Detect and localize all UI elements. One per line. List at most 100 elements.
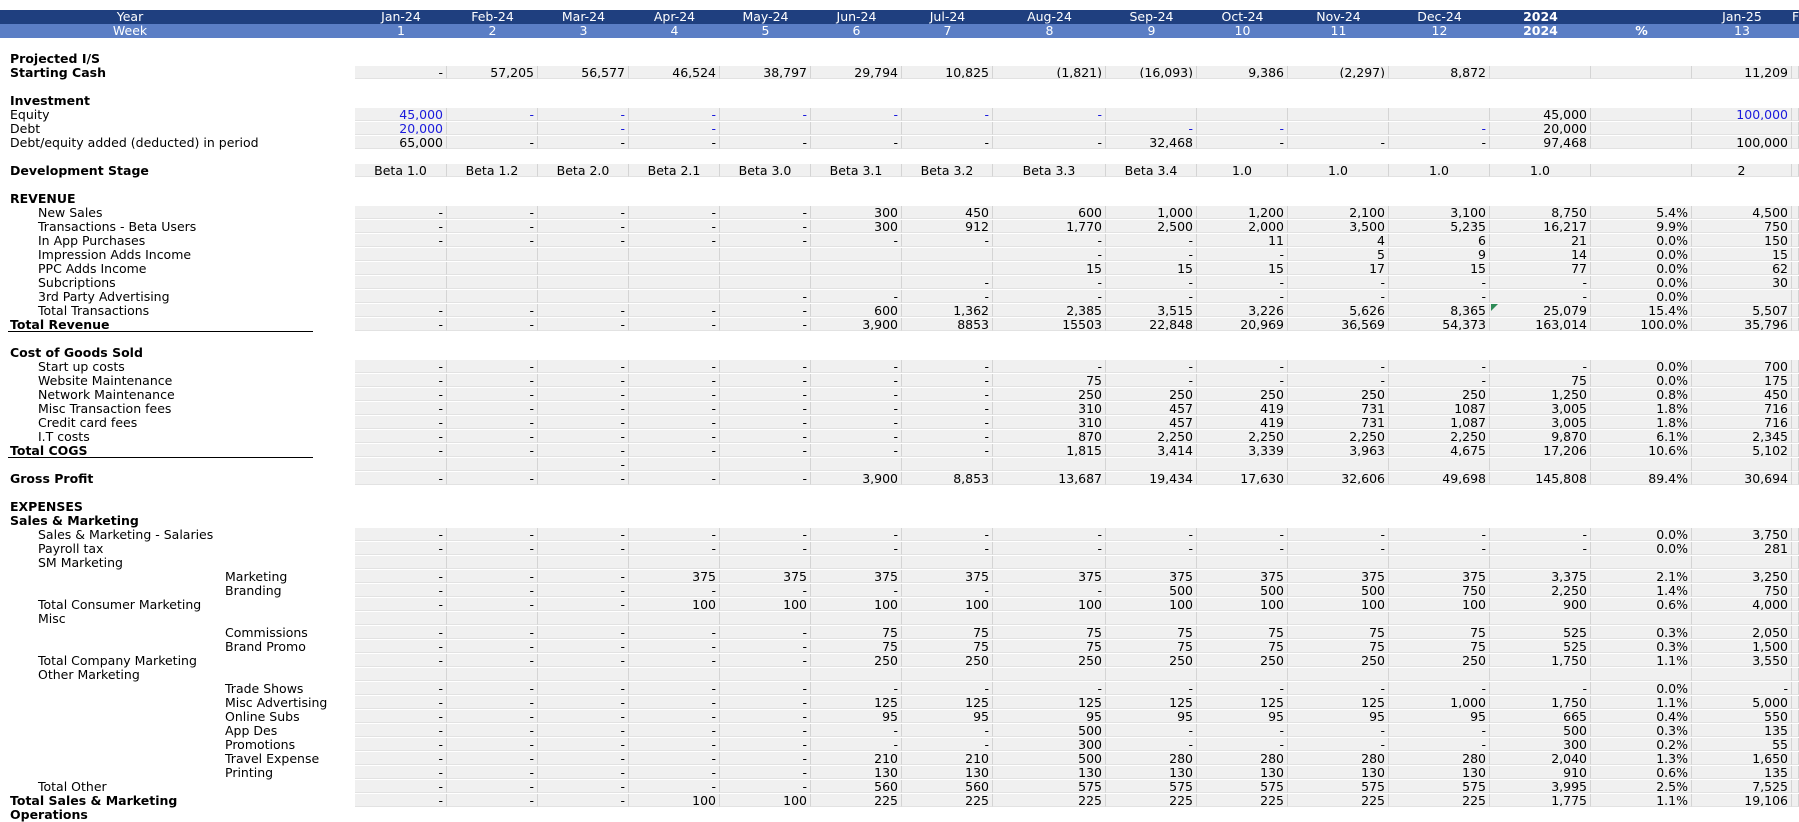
data-cell[interactable]: 1,000	[1106, 206, 1197, 219]
data-cell[interactable]: -	[538, 416, 629, 429]
data-cell[interactable]: 45,000	[355, 108, 447, 121]
data-cell[interactable]	[629, 276, 720, 289]
data-cell[interactable]: -	[538, 472, 629, 485]
data-cell[interactable]: 8,853	[902, 472, 993, 485]
data-cell[interactable]: -	[993, 290, 1106, 303]
data-cell[interactable]: 3,900	[811, 472, 902, 485]
header-month-cell[interactable]: Dec-24	[1389, 10, 1490, 24]
data-cell[interactable]: -	[720, 430, 811, 443]
data-cell[interactable]: Beta 2.0	[538, 164, 629, 177]
data-cell[interactable]: 9.9%	[1591, 220, 1692, 233]
data-cell[interactable]: -	[447, 570, 538, 583]
data-cell[interactable]: -	[1106, 122, 1197, 135]
row-label[interactable]: PPC Adds Income	[38, 262, 146, 276]
data-cell[interactable]	[538, 276, 629, 289]
data-cell[interactable]: 8853	[902, 318, 993, 331]
data-cell[interactable]	[355, 276, 447, 289]
header-month-cell[interactable]: Feb-24	[447, 10, 538, 24]
data-cell[interactable]: 95	[1288, 710, 1389, 723]
data-cell[interactable]	[1792, 458, 1799, 471]
data-cell[interactable]: 100	[811, 598, 902, 611]
data-cell[interactable]: -	[538, 654, 629, 667]
data-cell[interactable]: -	[538, 542, 629, 555]
data-cell[interactable]: 600	[993, 206, 1106, 219]
data-cell[interactable]	[1792, 262, 1799, 275]
data-cell[interactable]: -	[447, 220, 538, 233]
data-cell[interactable]: 2,250	[1197, 430, 1288, 443]
data-cell[interactable]	[811, 248, 902, 261]
header-month-cell[interactable]	[1591, 10, 1692, 24]
header-month-cell[interactable]: Aug-24	[993, 10, 1106, 24]
data-cell[interactable]: -	[1106, 290, 1197, 303]
data-cell[interactable]	[1288, 556, 1389, 569]
data-cell[interactable]: -	[538, 122, 629, 135]
data-cell[interactable]: 130	[811, 766, 902, 779]
row-label[interactable]: Impression Adds Income	[38, 248, 191, 262]
data-cell[interactable]	[447, 556, 538, 569]
data-cell[interactable]: 1.3%	[1591, 752, 1692, 765]
data-cell[interactable]: -	[1490, 528, 1591, 541]
data-cell[interactable]: -	[355, 220, 447, 233]
data-cell[interactable]: 3,750	[1692, 528, 1792, 541]
data-cell[interactable]	[1490, 612, 1591, 625]
data-cell[interactable]: 15.4%	[1591, 304, 1692, 317]
data-cell[interactable]: 1087	[1389, 402, 1490, 415]
data-cell[interactable]: 2,250	[1490, 584, 1591, 597]
data-cell[interactable]	[1792, 220, 1799, 233]
data-cell[interactable]: 14	[1490, 248, 1591, 261]
row-label[interactable]: Marketing	[225, 570, 287, 584]
data-cell[interactable]	[902, 612, 993, 625]
data-cell[interactable]: 716	[1692, 402, 1792, 415]
data-cell[interactable]: 2,050	[1692, 626, 1792, 639]
comment-indicator-icon[interactable]	[1491, 304, 1498, 311]
data-cell[interactable]: 100	[1197, 598, 1288, 611]
data-cell[interactable]	[1692, 122, 1792, 135]
data-cell[interactable]	[1591, 122, 1692, 135]
data-cell[interactable]: -	[447, 206, 538, 219]
data-cell[interactable]: 500	[1288, 584, 1389, 597]
data-cell[interactable]: -	[629, 584, 720, 597]
data-cell[interactable]: Beta 3.1	[811, 164, 902, 177]
data-cell[interactable]: -	[1106, 234, 1197, 247]
data-cell[interactable]	[1792, 668, 1799, 681]
data-cell[interactable]: -	[1197, 136, 1288, 149]
data-cell[interactable]: 8,872	[1389, 66, 1490, 79]
data-cell[interactable]: 49,698	[1389, 472, 1490, 485]
data-cell[interactable]: -	[902, 738, 993, 751]
data-cell[interactable]: -	[629, 752, 720, 765]
data-cell[interactable]: -	[902, 444, 993, 457]
data-cell[interactable]: 250	[993, 654, 1106, 667]
header-month-cell[interactable]: Mar-24	[538, 10, 629, 24]
data-cell[interactable]: 1.0	[1197, 164, 1288, 177]
data-cell[interactable]: Beta 3.4	[1106, 164, 1197, 177]
data-cell[interactable]: 8,750	[1490, 206, 1591, 219]
data-cell[interactable]: -	[902, 136, 993, 149]
data-cell[interactable]: -	[1389, 374, 1490, 387]
data-cell[interactable]: -	[355, 66, 447, 79]
data-cell[interactable]: 1,362	[902, 304, 993, 317]
data-cell[interactable]	[538, 612, 629, 625]
data-cell[interactable]: 100	[720, 794, 811, 807]
data-cell[interactable]: 0.0%	[1591, 542, 1692, 555]
data-cell[interactable]: -	[1389, 682, 1490, 695]
data-cell[interactable]: -	[1288, 724, 1389, 737]
data-cell[interactable]: -	[447, 794, 538, 807]
data-cell[interactable]	[447, 122, 538, 135]
data-cell[interactable]: -	[447, 696, 538, 709]
data-cell[interactable]: 54,373	[1389, 318, 1490, 331]
data-cell[interactable]	[1692, 612, 1792, 625]
header-month-cell[interactable]: Jan-25	[1692, 10, 1792, 24]
header-week-cell[interactable]: 4	[629, 24, 720, 38]
data-cell[interactable]	[1792, 164, 1799, 177]
data-cell[interactable]: 75	[1197, 626, 1288, 639]
data-cell[interactable]: 15503	[993, 318, 1106, 331]
data-cell[interactable]: -	[538, 304, 629, 317]
data-cell[interactable]: -	[1197, 682, 1288, 695]
data-cell[interactable]: 310	[993, 416, 1106, 429]
data-cell[interactable]: 1.1%	[1591, 696, 1692, 709]
data-cell[interactable]: 250	[1288, 388, 1389, 401]
data-cell[interactable]: 3,963	[1288, 444, 1389, 457]
data-cell[interactable]: -	[902, 388, 993, 401]
data-cell[interactable]	[720, 668, 811, 681]
data-cell[interactable]: 1.1%	[1591, 794, 1692, 807]
